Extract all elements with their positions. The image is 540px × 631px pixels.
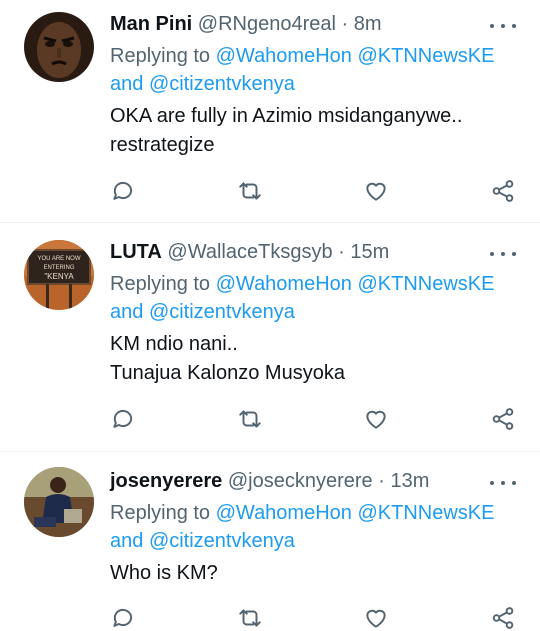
- separator-dot: ·: [378, 470, 385, 492]
- separator-dot: ·: [338, 241, 345, 263]
- timestamp[interactable]: 15m: [350, 241, 389, 263]
- mention-link[interactable]: @citizentvkenya: [149, 530, 295, 552]
- mention-link[interactable]: @KTNNewsKE: [357, 273, 494, 295]
- replying-to-and[interactable]: and: [110, 301, 143, 323]
- avatar-sign-line: ENTERING: [43, 265, 74, 271]
- display-name[interactable]: LUTA: [110, 241, 162, 263]
- separator-dot: ·: [341, 13, 349, 35]
- mention-link[interactable]: @citizentvkenya: [149, 73, 295, 95]
- timestamp[interactable]: 13m: [390, 470, 429, 492]
- mention-link[interactable]: @WahomeHon: [216, 502, 352, 524]
- timestamp[interactable]: 8m: [354, 13, 382, 35]
- avatar-image: [24, 12, 94, 82]
- tweet[interactable]: Man Pini @RNgeno4real · 8m Replying to @…: [0, 0, 540, 223]
- like-icon[interactable]: [363, 178, 389, 204]
- tweet-text: Who is KM?: [110, 559, 516, 588]
- replying-to: Replying to @WahomeHon @KTNNewsKE and @c…: [110, 270, 516, 326]
- retweet-icon[interactable]: [237, 178, 263, 204]
- tweet[interactable]: YOU ARE NOW ENTERING "KENYA LUTA @Wallac…: [0, 224, 540, 452]
- replying-to-label: Replying to: [110, 273, 211, 295]
- avatar-sign-line: "KENYA: [44, 272, 74, 281]
- user-handle[interactable]: @josecknyerere: [228, 470, 373, 492]
- tweet-header: LUTA @WallaceTksgsyb · 15m: [110, 237, 490, 267]
- reply-icon[interactable]: [110, 605, 136, 631]
- retweet-icon[interactable]: [237, 406, 263, 432]
- tweet-header: josenyerere @josecknyerere · 13m: [110, 466, 490, 496]
- tweet-text-line: Tunajua Kalonzo Musyoka: [110, 362, 345, 384]
- tweet[interactable]: josenyerere @josecknyerere · 13m Replyin…: [0, 453, 540, 629]
- display-name[interactable]: josenyerere: [110, 470, 222, 492]
- like-icon[interactable]: [363, 406, 389, 432]
- retweet-icon[interactable]: [237, 605, 263, 631]
- user-handle[interactable]: @RNgeno4real: [198, 13, 336, 35]
- share-icon[interactable]: [490, 406, 516, 432]
- avatar[interactable]: [24, 12, 94, 82]
- avatar-image: YOU ARE NOW ENTERING "KENYA: [24, 240, 94, 310]
- mention-link[interactable]: @WahomeHon: [216, 45, 352, 67]
- mention-link[interactable]: @KTNNewsKE: [357, 502, 494, 524]
- tweet-text: OKA are fully in Azimio msidanganywe.. r…: [110, 102, 516, 160]
- replying-to: Replying to @WahomeHon @KTNNewsKE and @c…: [110, 499, 516, 555]
- replying-to-and[interactable]: and: [110, 73, 143, 95]
- mention-link[interactable]: @WahomeHon: [216, 273, 352, 295]
- replying-to-and[interactable]: and: [110, 530, 143, 552]
- reply-icon[interactable]: [110, 406, 136, 432]
- tweet-text-line: restrategize: [110, 134, 215, 156]
- tweet-text: KM ndio nani.. Tunajua Kalonzo Musyoka: [110, 330, 516, 388]
- more-icon[interactable]: [490, 473, 516, 493]
- tweet-text-line: OKA are fully in Azimio msidanganywe..: [110, 105, 463, 127]
- tweet-text-line: Who is KM?: [110, 562, 218, 584]
- more-icon[interactable]: [490, 244, 516, 264]
- avatar-sign-line: YOU ARE NOW: [37, 256, 80, 262]
- replying-to: Replying to @WahomeHon @KTNNewsKE and @c…: [110, 42, 516, 98]
- like-icon[interactable]: [363, 605, 389, 631]
- avatar-image: [24, 467, 94, 537]
- tweet-header: Man Pini @RNgeno4real · 8m: [110, 9, 490, 39]
- replying-to-label: Replying to: [110, 45, 211, 67]
- avatar[interactable]: YOU ARE NOW ENTERING "KENYA: [24, 240, 94, 310]
- share-icon[interactable]: [490, 605, 516, 631]
- reply-icon[interactable]: [110, 178, 136, 204]
- replying-to-label: Replying to: [110, 502, 211, 524]
- avatar[interactable]: [24, 467, 94, 537]
- tweet-text-line: KM ndio nani..: [110, 333, 238, 355]
- mention-link[interactable]: @citizentvkenya: [149, 301, 295, 323]
- mention-link[interactable]: @KTNNewsKE: [357, 45, 494, 67]
- share-icon[interactable]: [490, 178, 516, 204]
- display-name[interactable]: Man Pini: [110, 13, 192, 35]
- more-icon[interactable]: [490, 16, 516, 36]
- user-handle[interactable]: @WallaceTksgsyb: [167, 241, 332, 263]
